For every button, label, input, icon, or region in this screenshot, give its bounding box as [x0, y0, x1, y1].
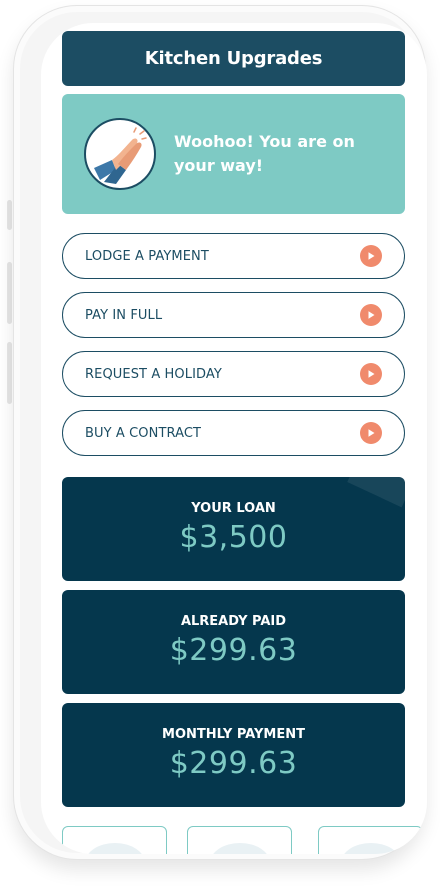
- quick-link-tile[interactable]: [62, 826, 167, 854]
- action-label: REQUEST A HOLIDAY: [85, 366, 222, 382]
- stat-label: YOUR LOAN: [191, 501, 276, 516]
- page-title-bar: Kitchen Upgrades: [62, 31, 405, 86]
- action-label: LODGE A PAYMENT: [85, 248, 209, 264]
- progress-banner: Woohoo! You are on your way!: [62, 94, 405, 214]
- phone-screen: Kitchen Upgrades Woohoo! You are on your…: [41, 23, 427, 854]
- buy-contract-button[interactable]: BUY A CONTRACT: [62, 410, 405, 456]
- phone-volume-up-button: [7, 262, 12, 324]
- banner-message: Woohoo! You are on your way!: [174, 132, 355, 175]
- already-paid-card: ALREADY PAID $299.63: [62, 590, 405, 694]
- play-icon: [360, 245, 382, 267]
- monthly-payment-card: MONTHLY PAYMENT $299.63: [62, 703, 405, 807]
- quick-link-tile[interactable]: [187, 826, 292, 854]
- app-stage: Kitchen Upgrades Woohoo! You are on your…: [0, 0, 440, 887]
- play-icon: [360, 304, 382, 326]
- stat-value: $299.63: [169, 633, 298, 668]
- action-label: BUY A CONTRACT: [85, 425, 202, 441]
- clapping-hands-icon: [84, 118, 156, 190]
- phone-volume-down-button: [7, 342, 12, 404]
- phone-frame: Kitchen Upgrades Woohoo! You are on your…: [13, 5, 427, 860]
- stat-label: MONTHLY PAYMENT: [162, 727, 305, 742]
- loan-amount-card: YOUR LOAN $3,500: [62, 477, 405, 581]
- play-icon: [360, 422, 382, 444]
- page-title: Kitchen Upgrades: [144, 48, 323, 69]
- quick-link-tile[interactable]: [318, 826, 423, 854]
- action-label: PAY IN FULL: [85, 307, 163, 323]
- phone-side-button: [7, 200, 12, 230]
- stat-value: $299.63: [169, 746, 298, 781]
- tile-icon: [85, 843, 145, 854]
- stat-label: ALREADY PAID: [180, 614, 287, 629]
- request-holiday-button[interactable]: REQUEST A HOLIDAY: [62, 351, 405, 397]
- pay-in-full-button[interactable]: PAY IN FULL: [62, 292, 405, 338]
- lodge-payment-button[interactable]: LODGE A PAYMENT: [62, 233, 405, 279]
- stat-value: $3,500: [179, 520, 288, 555]
- play-icon: [360, 363, 382, 385]
- tile-icon: [210, 843, 270, 854]
- tile-icon: [341, 843, 401, 854]
